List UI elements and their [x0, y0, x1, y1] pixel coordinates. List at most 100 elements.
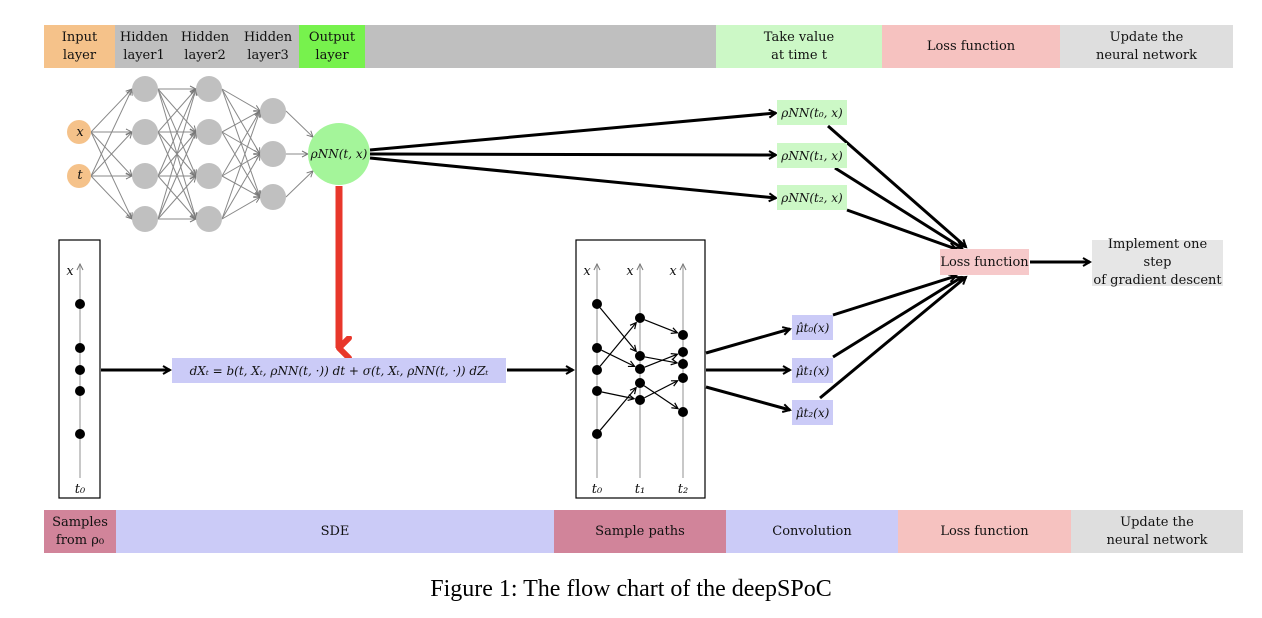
- hidden-neuron: [196, 163, 222, 189]
- sample-path-arrow: [644, 356, 677, 363]
- network-edge: [285, 110, 313, 137]
- input-node-x-label: x: [76, 124, 84, 140]
- sample-point: [75, 429, 85, 439]
- top-bar-segment-label: Hidden layer3: [243, 29, 293, 63]
- arrow-to-rho-t0: [369, 113, 776, 152]
- bottom-bar-segment-label: Samples from ρ₀: [52, 514, 108, 548]
- sde-equation: dXₜ = b(t, Xₜ, ρNN(t, ·)) dt + σ(t, Xₜ, …: [172, 358, 506, 383]
- sample-path-arrow: [599, 388, 636, 431]
- network-edge: [221, 88, 260, 111]
- mu-t1-node: μ̂t₁(x): [792, 358, 833, 383]
- network-edge: [221, 197, 260, 220]
- sample-point: [75, 365, 85, 375]
- sample-point: [75, 299, 85, 309]
- path-point: [635, 313, 645, 323]
- hidden-neuron: [260, 184, 286, 210]
- arrow-paths-to-mu-t0: [705, 329, 790, 355]
- path-point: [592, 365, 602, 375]
- path-point: [592, 386, 602, 396]
- bottom-bar-segment-label: SDE: [320, 523, 350, 539]
- top-bar-segment-label: Hidden layer1: [119, 29, 169, 63]
- paths-axis-x-label-1: x: [626, 263, 634, 279]
- bottom-bar-segment-3: Convolution: [726, 510, 898, 553]
- hidden-neuron: [260, 98, 286, 124]
- output-node-label: ρNN(t, x): [310, 147, 368, 161]
- top-bar-segment-7: Loss function: [882, 25, 1060, 68]
- bottom-bar-segment-label: Sample paths: [595, 523, 685, 539]
- network-edge: [90, 175, 132, 219]
- arrow-rho-t1-to-loss: [834, 166, 962, 250]
- top-bar-segment-2: Hidden layer2: [173, 25, 237, 68]
- sample-point: [75, 343, 85, 353]
- paths-time-label-2: t₂: [677, 481, 689, 497]
- top-bar-segment-0: Input layer: [44, 25, 115, 68]
- path-point: [592, 343, 602, 353]
- bottom-bar-segment-1: SDE: [116, 510, 554, 553]
- path-point: [678, 347, 688, 357]
- path-point: [635, 364, 645, 374]
- top-bar-segment-label: Take value at time t: [763, 29, 835, 63]
- arrow-rho-t2-to-loss: [846, 208, 956, 249]
- hidden-neuron: [132, 206, 158, 232]
- top-bar-segment-8: Update the neural network: [1060, 25, 1233, 68]
- top-bar-segment-label: Hidden layer2: [180, 29, 230, 63]
- hidden-neuron: [132, 163, 158, 189]
- top-bar-segment-1: Hidden layer1: [115, 25, 173, 68]
- bottom-bar-segment-4: Loss function: [898, 510, 1071, 553]
- paths-time-label-1: t₁: [634, 481, 646, 497]
- path-point: [635, 351, 645, 361]
- hidden-neuron: [196, 76, 222, 102]
- rho-t1-node: ρNN(t₁, x): [777, 143, 847, 168]
- top-bar-segment-3: Hidden layer3: [237, 25, 299, 68]
- network-edge: [285, 171, 313, 198]
- samples-time-label: t₀: [74, 481, 86, 497]
- sample-path-arrow: [644, 354, 678, 368]
- arrow-paths-to-mu-t2: [705, 385, 790, 410]
- samples-axis-x-label: x: [66, 263, 74, 279]
- bottom-bar-segment-5: Update the neural network: [1071, 510, 1243, 553]
- arrow-to-rho-t1: [369, 154, 776, 155]
- sample-point: [75, 386, 85, 396]
- rho-t2-node: ρNN(t₂, x): [777, 185, 847, 210]
- arrow-mu-t0-to-loss: [832, 276, 956, 317]
- bottom-bar-segment-label: Update the neural network: [1106, 514, 1208, 548]
- hidden-neuron: [132, 76, 158, 102]
- bottom-bar-segment-0: Samples from ρ₀: [44, 510, 116, 553]
- path-point: [678, 359, 688, 369]
- top-bar-segment-label: Input layer: [61, 29, 98, 63]
- path-point: [635, 378, 645, 388]
- path-point: [635, 395, 645, 405]
- mu-t0-node: μ̂t₀(x): [792, 315, 833, 340]
- path-point: [592, 429, 602, 439]
- path-point: [592, 299, 602, 309]
- top-bar-segment-6: Take value at time t: [716, 25, 882, 68]
- network-edge: [221, 111, 260, 220]
- rho-t0-node: ρNN(t₀, x): [777, 100, 847, 125]
- hidden-neuron: [196, 206, 222, 232]
- figure-caption: Figure 1: The flow chart of the deepSPoC: [430, 576, 832, 602]
- network-edge: [90, 89, 132, 133]
- paths-time-label-0: t₀: [591, 481, 603, 497]
- sample-path-arrow: [644, 319, 678, 333]
- paths-axis-x-label-2: x: [669, 263, 677, 279]
- top-bar-segment-5: [365, 25, 716, 68]
- gradient-descent-node: Implement one step of gradient descent: [1092, 237, 1223, 288]
- bottom-bar-segment-label: Loss function: [940, 523, 1029, 539]
- path-point: [678, 373, 688, 383]
- top-bar-segment-4: Output layer: [299, 25, 365, 68]
- path-point: [678, 407, 688, 417]
- mu-t2-node: μ̂t₂(x): [792, 400, 833, 425]
- loss-function-node: Loss function: [940, 249, 1029, 275]
- hidden-neuron: [260, 141, 286, 167]
- top-bar-segment-label: Update the neural network: [1095, 29, 1198, 63]
- top-bar-segment-label: Loss function: [926, 38, 1016, 54]
- paths-axis-x-label-0: x: [583, 263, 591, 279]
- input-node-t-label: t: [77, 167, 83, 183]
- bottom-bar-segment-2: Sample paths: [554, 510, 726, 553]
- hidden-neuron: [196, 119, 222, 145]
- arrow-mu-t1-to-loss: [832, 275, 962, 359]
- path-point: [678, 330, 688, 340]
- top-bar-segment-label: Output layer: [308, 29, 356, 63]
- bottom-bar-segment-label: Convolution: [772, 523, 852, 539]
- hidden-neuron: [132, 119, 158, 145]
